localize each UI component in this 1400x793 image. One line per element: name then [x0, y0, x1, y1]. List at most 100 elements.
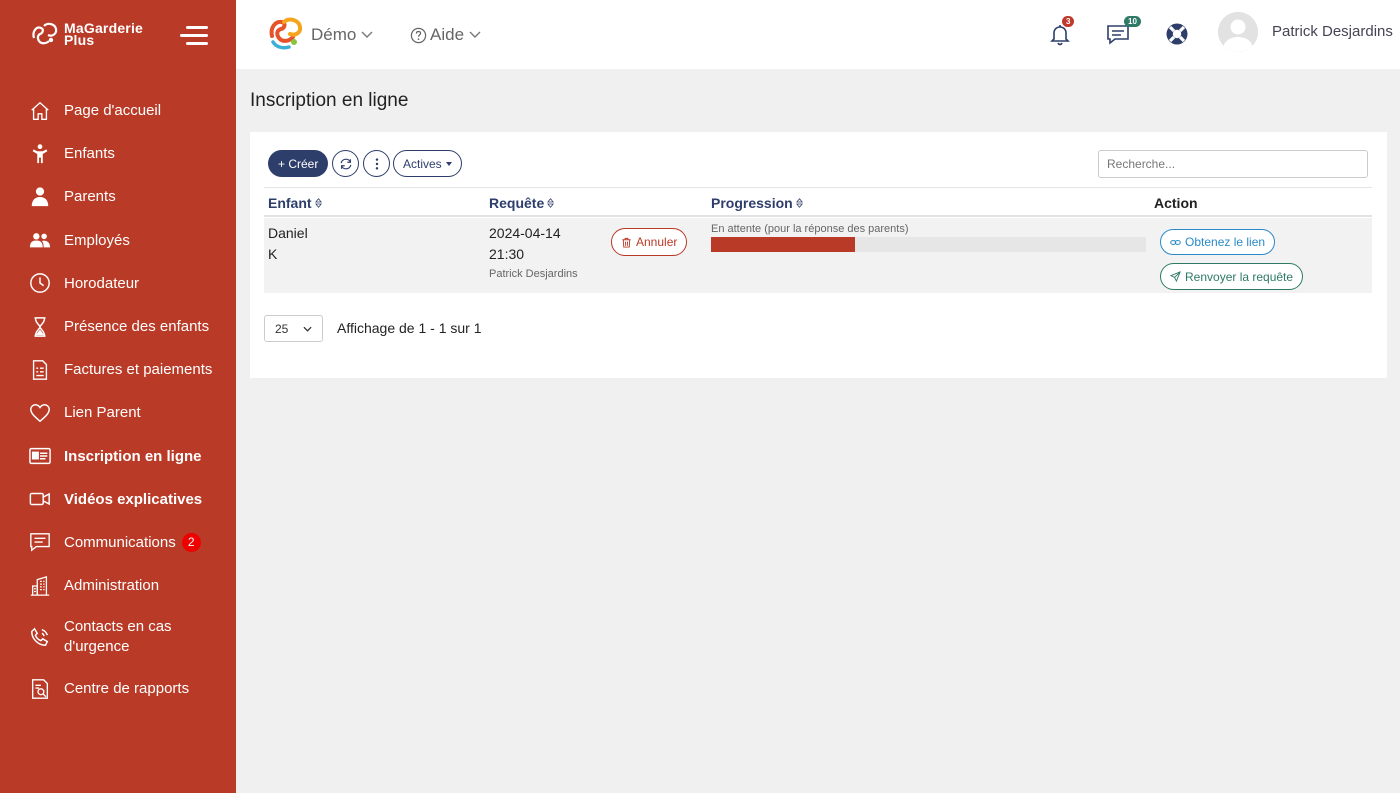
sidebar-item-label: Inscription en ligne — [64, 447, 202, 465]
sidebar-item-label: Présence des enfants — [64, 318, 210, 336]
table-header: Enfant Requête Progression Action — [264, 187, 1372, 217]
support-button[interactable] — [1165, 22, 1189, 46]
employees-icon — [28, 228, 52, 252]
status-filter-label: Actives — [403, 156, 442, 171]
sidebar-item-label: Centre de rapports — [64, 680, 190, 698]
lifebuoy-icon — [1166, 23, 1188, 45]
sort-icon — [547, 198, 555, 208]
question-circle-icon — [410, 27, 427, 43]
sidebar-item-administration[interactable]: Administration — [0, 564, 236, 607]
sidebar-item-label: Lien Parent — [64, 404, 141, 422]
sidebar-item-invoices[interactable]: Factures et paiements — [0, 348, 236, 391]
resend-request-button[interactable]: Renvoyer la requête — [1160, 263, 1304, 290]
sidebar-item-attendance[interactable]: Présence des enfants — [0, 305, 236, 348]
get-link-button[interactable]: Obtenez le lien — [1160, 229, 1276, 255]
child-last-name: K — [268, 246, 278, 262]
more-options-button[interactable] — [363, 150, 390, 177]
sort-icon — [795, 198, 803, 208]
help-label: Aide — [430, 25, 465, 44]
sidebar-item-label: Contacts en cas d'urgence — [64, 618, 172, 656]
child-icon — [28, 142, 52, 166]
page-title: Inscription en ligne — [250, 90, 409, 111]
sidebar-item-communications[interactable]: Communications 2 — [0, 521, 236, 564]
report-icon — [28, 677, 52, 701]
sidebar-item-reports[interactable]: Centre de rapports — [0, 667, 236, 710]
chevron-down-icon — [361, 31, 373, 38]
sidebar-item-employees[interactable]: Employés — [0, 219, 236, 262]
request-date-cell: 2024-04-14 21:30 — [489, 223, 561, 265]
create-button[interactable]: + Créer — [268, 150, 329, 177]
building-icon — [28, 574, 52, 598]
send-icon — [1170, 271, 1181, 282]
column-header-child[interactable]: Enfant — [268, 195, 322, 211]
requested-by: Patrick Desjardins — [489, 268, 578, 280]
messages-badge: 10 — [1124, 16, 1141, 27]
column-header-progress[interactable]: Progression — [711, 195, 803, 211]
phone-icon — [28, 625, 52, 649]
clock-icon — [28, 271, 52, 295]
help-dropdown[interactable]: Aide — [410, 25, 481, 45]
child-name-cell: Daniel K — [268, 223, 308, 265]
page-size-value: 25 — [275, 321, 289, 336]
cancel-request-button[interactable]: Annuler — [611, 228, 688, 256]
messages-button[interactable]: 10 — [1106, 16, 1141, 46]
sidebar-item-online-registration[interactable]: Inscription en ligne — [0, 435, 236, 478]
video-icon — [28, 487, 52, 511]
sidebar-item-label: Enfants — [64, 145, 115, 163]
sidebar-item-children[interactable]: Enfants — [0, 132, 236, 175]
link-icon — [1170, 239, 1181, 245]
column-header-action: Action — [1154, 195, 1198, 211]
page-size-select[interactable]: 25 — [264, 315, 323, 342]
menu-toggle-icon[interactable] — [180, 26, 208, 46]
search-input[interactable] — [1098, 150, 1368, 178]
chevron-down-icon — [469, 31, 481, 38]
communications-badge: 2 — [181, 532, 201, 552]
sidebar-item-label: Parents — [64, 188, 116, 206]
avatar[interactable] — [1218, 12, 1258, 52]
sidebar-item-label: Communications — [64, 533, 176, 551]
demo-label: Démo — [311, 25, 357, 44]
registration-card: + Créer Actives Enfant Requête Progressi… — [250, 132, 1387, 378]
chevron-down-icon — [303, 326, 312, 332]
hourglass-icon — [28, 315, 52, 339]
sidebar-item-parents[interactable]: Parents — [0, 175, 236, 218]
sidebar: MaGarderie Plus Page d'accueil Enfants P… — [0, 0, 236, 793]
notifications-button[interactable]: 3 — [1048, 16, 1075, 46]
sidebar-item-home[interactable]: Page d'accueil — [0, 89, 236, 132]
logo-hands-icon — [32, 22, 58, 45]
get-link-label: Obtenez le lien — [1185, 235, 1266, 249]
pagination-info: Affichage de 1 - 1 sur 1 — [337, 320, 482, 336]
top-bar: Démo Aide 3 10 Patrick Desjardins — [236, 0, 1400, 69]
request-date: 2024-04-14 — [489, 225, 561, 241]
sort-icon — [314, 198, 322, 208]
request-time: 21:30 — [489, 246, 525, 262]
refresh-icon — [340, 158, 351, 169]
trash-icon — [622, 237, 631, 248]
user-avatar-icon — [1218, 12, 1258, 52]
notifications-badge: 3 — [1062, 16, 1075, 27]
resend-label: Renvoyer la requête — [1185, 269, 1294, 284]
table-row: Daniel K 2024-04-14 21:30 Patrick Desjar… — [264, 218, 1372, 293]
caret-down-icon — [445, 161, 452, 166]
more-vertical-icon — [375, 157, 378, 170]
progress-bar — [711, 237, 1146, 252]
cancel-label: Annuler — [636, 235, 678, 249]
app-logo[interactable]: MaGarderie Plus — [30, 20, 143, 48]
user-name[interactable]: Patrick Desjardins — [1272, 23, 1393, 40]
refresh-button[interactable] — [332, 150, 359, 177]
sidebar-item-emergency-contacts[interactable]: Contacts en cas d'urgence — [0, 607, 236, 667]
sidebar-item-videos[interactable]: Vidéos explicatives — [0, 478, 236, 521]
sidebar-item-parent-link[interactable]: Lien Parent — [0, 391, 236, 434]
sidebar-item-label: Vidéos explicatives — [64, 490, 203, 508]
column-header-request[interactable]: Requête — [489, 195, 555, 211]
sidebar-item-timeclock[interactable]: Horodateur — [0, 262, 236, 305]
id-card-icon — [28, 444, 52, 468]
brand-logo-icon — [269, 17, 303, 50]
child-first-name: Daniel — [268, 225, 308, 241]
heart-icon — [28, 401, 52, 425]
demo-dropdown[interactable]: Démo — [311, 25, 373, 45]
sidebar-item-label: Page d'accueil — [64, 102, 162, 120]
invoice-icon — [28, 358, 52, 382]
status-filter-dropdown[interactable]: Actives — [393, 150, 462, 177]
chat-icon — [28, 530, 52, 554]
